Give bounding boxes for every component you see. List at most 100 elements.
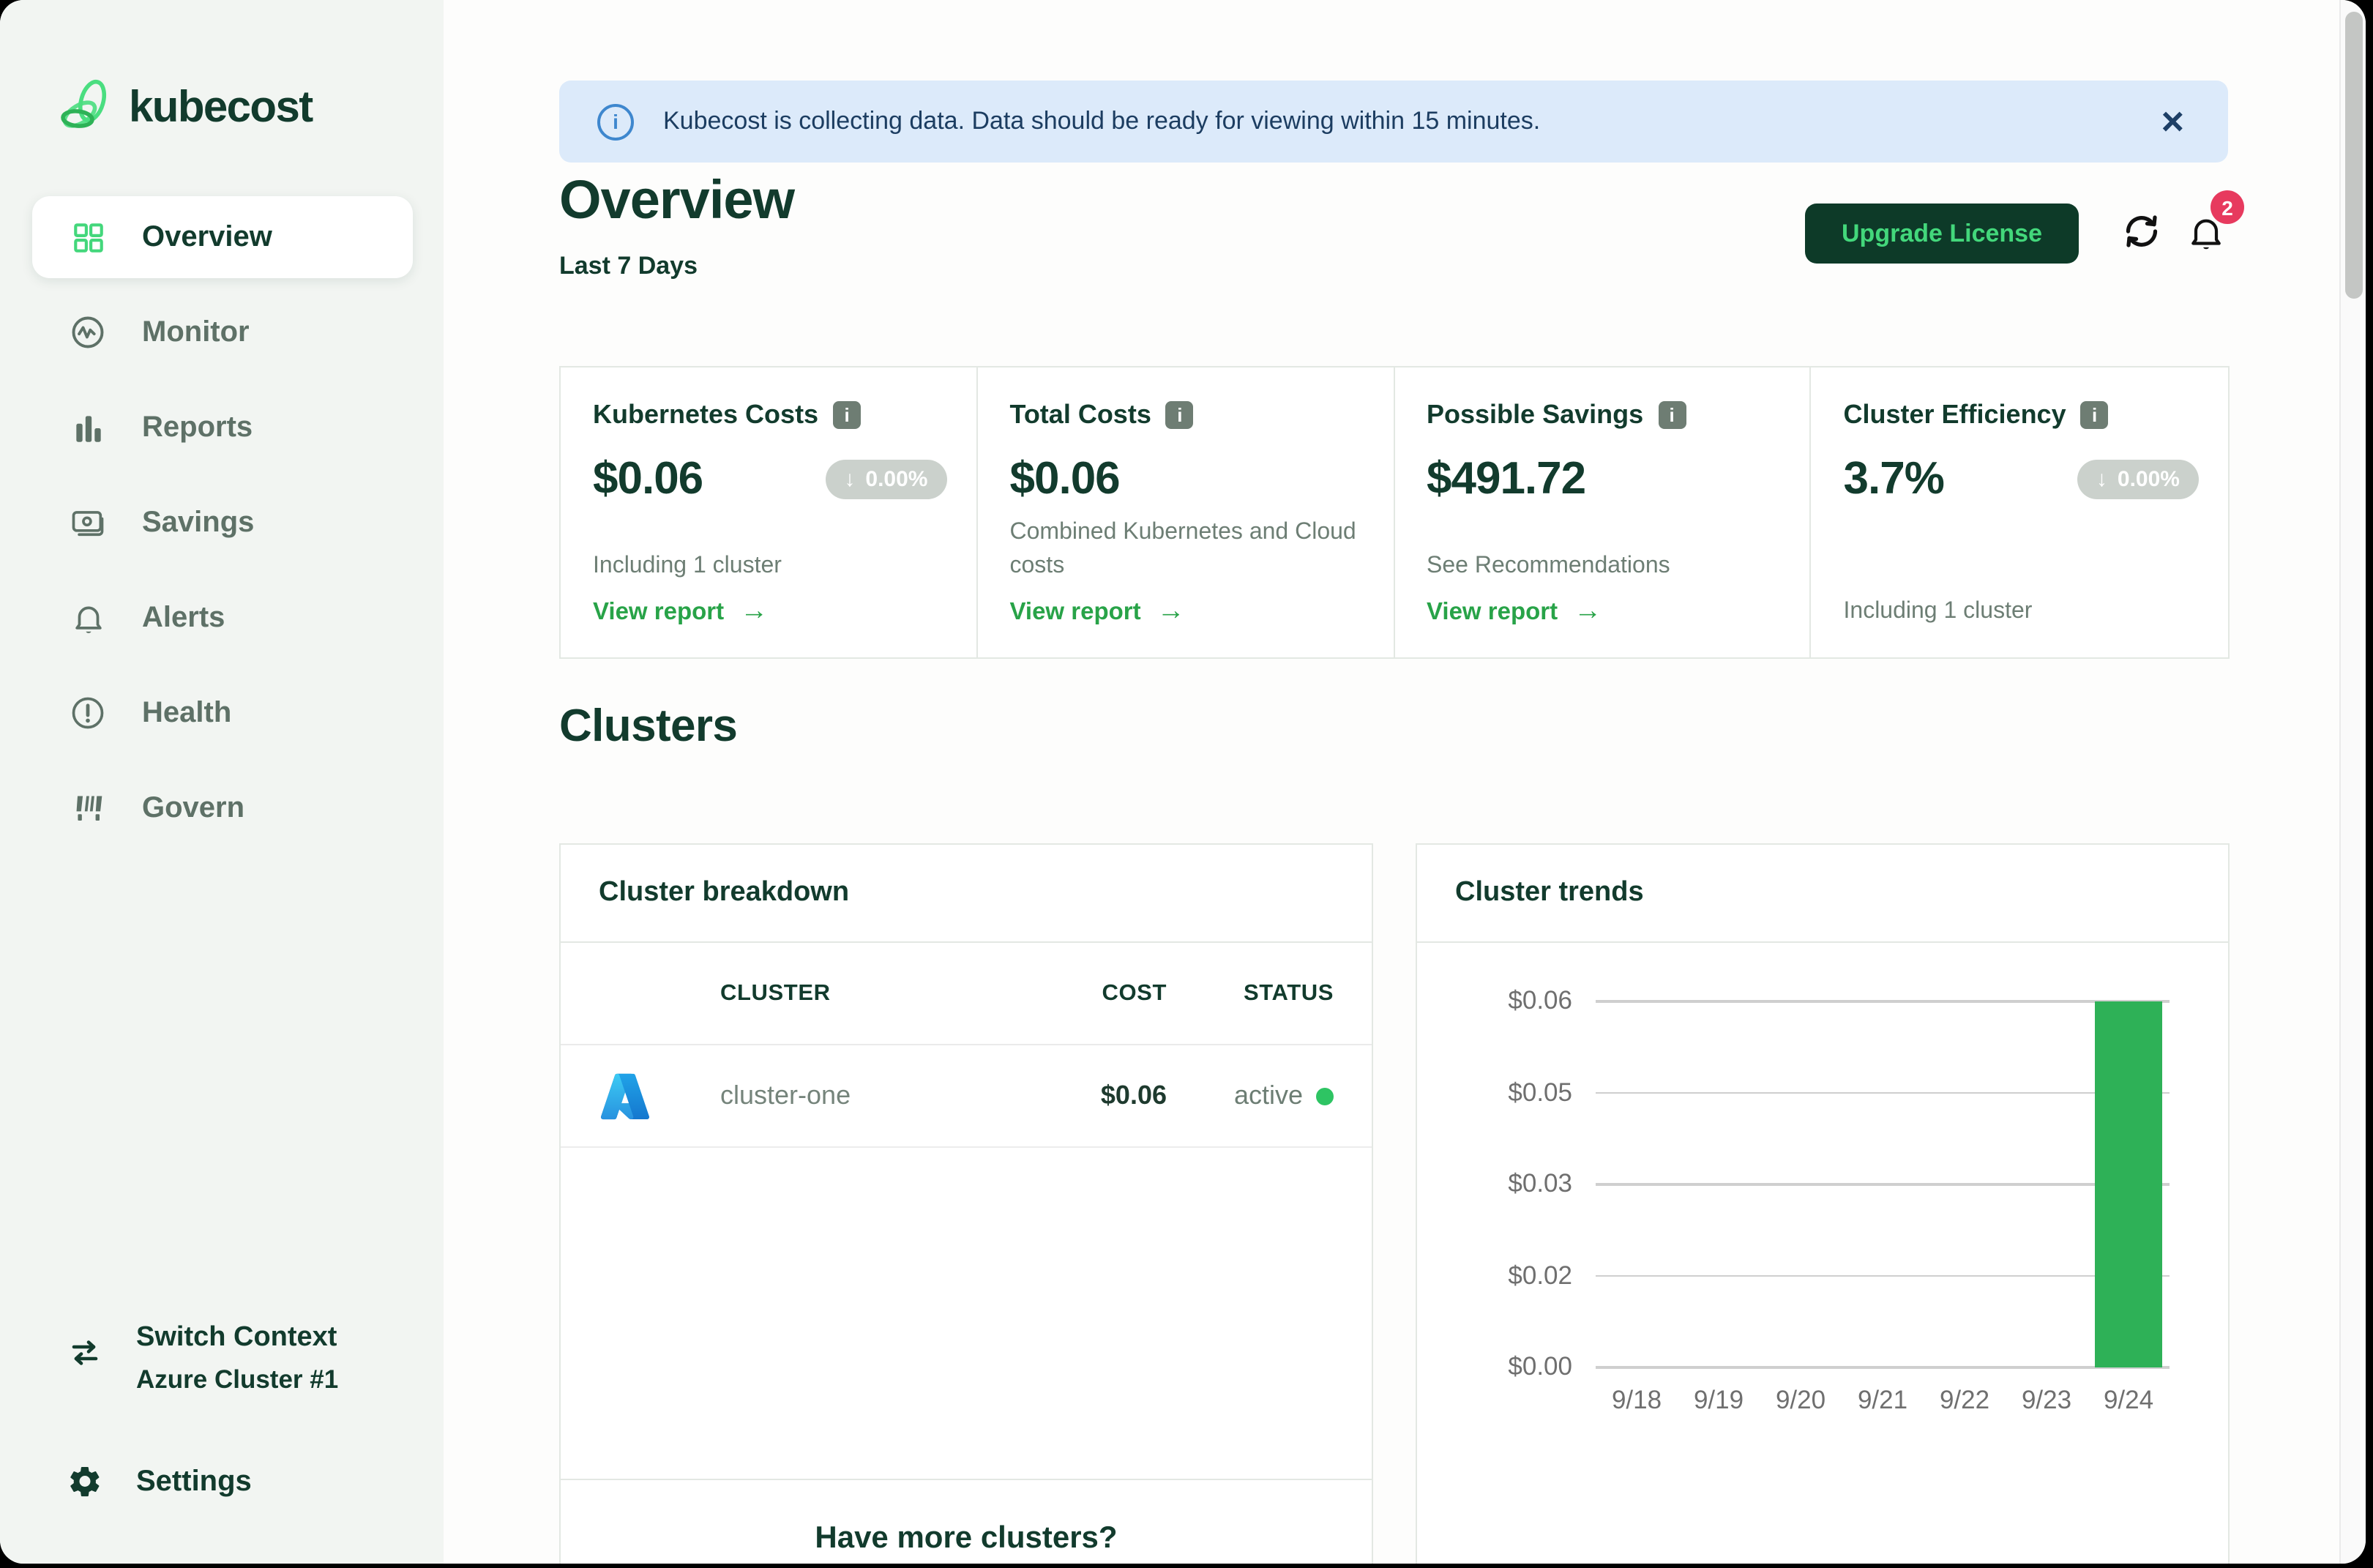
settings-label: Settings — [136, 1465, 252, 1498]
x-tick-label: 9/21 — [1842, 1385, 1924, 1416]
stat-card-total-costs: Total Costs i $0.06 Combined Kubernetes … — [978, 367, 1395, 657]
cluster-breakdown-panel: Cluster breakdown CLUSTER COST STATUS — [559, 843, 1373, 1564]
right-arrow-icon: → — [740, 596, 768, 628]
page-title: Overview — [559, 170, 794, 231]
cell-cost: $0.06 — [1014, 1080, 1190, 1111]
date-range-label: Last 7 Days — [559, 252, 698, 281]
have-more-clusters-link[interactable]: Have more clusters? — [561, 1479, 1372, 1556]
sidebar-item-overview[interactable]: Overview — [32, 196, 413, 278]
cluster-breakdown-title: Cluster breakdown — [561, 845, 1372, 943]
sidebar-item-reports[interactable]: Reports — [32, 387, 413, 468]
stat-subtext: Including 1 cluster — [593, 550, 947, 583]
bar-slot — [1924, 1001, 2006, 1367]
bar-slot — [1760, 1001, 1842, 1367]
switch-context-cluster: Azure Cluster #1 — [136, 1364, 338, 1395]
sidebar-item-monitor[interactable]: Monitor — [32, 291, 413, 373]
column-header-cluster: CLUSTER — [690, 980, 1014, 1007]
sidebar-item-alerts[interactable]: Alerts — [32, 577, 413, 659]
clusters-section-heading: Clusters — [559, 700, 737, 753]
stat-title: Total Costs — [1010, 400, 1151, 430]
right-arrow-icon: → — [1157, 596, 1185, 628]
stat-card-cluster-efficiency: Cluster Efficiency i 3.7% ↓ 0.00% Includ… — [1812, 367, 2229, 657]
stat-subtext: Including 1 cluster — [1844, 595, 2200, 628]
settings-button[interactable]: Settings — [66, 1463, 252, 1501]
stat-value: $0.06 — [1010, 452, 1120, 505]
x-tick-label: 9/20 — [1760, 1385, 1842, 1416]
bar-chart-icon — [69, 408, 107, 447]
sidebar-item-label: Reports — [142, 411, 253, 444]
switch-context-button[interactable]: Switch Context Azure Cluster #1 — [66, 1322, 338, 1395]
sidebar-item-savings[interactable]: Savings — [32, 482, 413, 564]
chart-plot — [1596, 1001, 2170, 1367]
grid-icon — [69, 218, 107, 256]
stat-subtext: Combined Kubernetes and Cloud costs — [1010, 517, 1364, 583]
notification-count-badge: 2 — [2211, 190, 2244, 224]
sidebar: kubecost Overview Monitor — [0, 0, 444, 1564]
info-icon[interactable]: i — [833, 401, 861, 429]
bell-icon — [69, 599, 107, 637]
sidebar-item-label: Savings — [142, 506, 254, 540]
monitor-pulse-icon — [69, 313, 107, 351]
stage: kubecost Overview Monitor — [0, 0, 2373, 1568]
gear-icon — [66, 1463, 104, 1501]
delta-value: 0.00% — [2118, 466, 2180, 491]
x-tick-label: 9/23 — [2006, 1385, 2088, 1416]
sidebar-item-health[interactable]: Health — [32, 672, 413, 754]
stat-value: $491.72 — [1427, 452, 1585, 505]
sidebar-item-label: Health — [142, 696, 231, 730]
column-header-cost: COST — [1014, 980, 1190, 1007]
sidebar-item-label: Overview — [142, 220, 272, 254]
bar-slot — [2006, 1001, 2088, 1367]
x-tick-label: 9/19 — [1678, 1385, 1760, 1416]
stat-cards-row: Kubernetes Costs i $0.06 ↓ 0.00% Includi… — [559, 366, 2230, 659]
app-window: kubecost Overview Monitor — [0, 0, 2366, 1564]
sidebar-item-label: Govern — [142, 791, 244, 825]
stat-title: Possible Savings — [1427, 400, 1643, 430]
info-icon[interactable]: i — [1658, 401, 1686, 429]
brand-name: kubecost — [129, 83, 313, 133]
kubecost-logo[interactable]: kubecost — [59, 79, 313, 138]
upgrade-license-button[interactable]: Upgrade License — [1805, 204, 2079, 264]
switch-context-title: Switch Context — [136, 1322, 338, 1354]
column-header-status: STATUS — [1190, 980, 1372, 1007]
y-axis-labels: $0.00$0.02$0.03$0.05$0.06 — [1417, 1001, 1572, 1367]
delta-value: 0.00% — [865, 466, 927, 491]
x-tick-label: 9/22 — [1924, 1385, 2006, 1416]
stat-title: Kubernetes Costs — [593, 400, 818, 430]
table-row-cluster-one[interactable]: cluster-one $0.06 active — [561, 1045, 1372, 1148]
cluster-trends-panel: Cluster trends $0.00$0.02$0.03$0.05$0.06… — [1416, 843, 2230, 1564]
view-report-link[interactable]: View report → — [1010, 596, 1185, 628]
y-tick-label: $0.06 — [1417, 985, 1572, 1016]
scrollbar-thumb[interactable] — [2345, 12, 2363, 299]
right-arrow-icon: → — [1574, 596, 1602, 628]
view-report-link[interactable]: View report → — [593, 596, 768, 628]
govern-barrier-icon — [69, 789, 107, 827]
status-dot-active — [1316, 1087, 1334, 1105]
banknote-icon — [69, 504, 107, 542]
y-tick-label: $0.00 — [1417, 1351, 1572, 1382]
banner-message: Kubecost is collecting data. Data should… — [663, 107, 2161, 136]
sidebar-item-govern[interactable]: Govern — [32, 767, 413, 849]
info-icon[interactable]: i — [1166, 401, 1194, 429]
refresh-icon[interactable] — [2120, 209, 2164, 253]
bar-slot — [1596, 1001, 1678, 1367]
azure-logo-icon — [599, 1069, 651, 1122]
cluster-trends-chart: $0.00$0.02$0.03$0.05$0.06 9/189/199/209/… — [1417, 943, 2228, 1564]
info-icon[interactable]: i — [2081, 401, 2109, 429]
x-tick-label: 9/18 — [1596, 1385, 1678, 1416]
swap-arrows-icon — [66, 1334, 104, 1372]
close-icon[interactable]: × — [2161, 102, 2184, 141]
cell-cluster-name: cluster-one — [690, 1080, 1014, 1111]
bar-slot — [1678, 1001, 1760, 1367]
view-report-link[interactable]: View report → — [1427, 596, 1602, 628]
stat-card-possible-savings: Possible Savings i $491.72 See Recommend… — [1394, 367, 1812, 657]
delta-pill: ↓ 0.00% — [825, 459, 946, 499]
stat-title: Cluster Efficiency — [1844, 400, 2066, 430]
main-content: i Kubecost is collecting data. Data shou… — [444, 0, 2366, 1564]
delta-pill: ↓ 0.00% — [2077, 459, 2199, 499]
table-empty-space — [561, 1148, 1372, 1479]
x-axis-labels: 9/189/199/209/219/229/239/24 — [1596, 1385, 2170, 1416]
x-tick-label: 9/24 — [2088, 1385, 2170, 1416]
kubecost-logo-icon — [59, 79, 114, 138]
down-arrow-icon: ↓ — [2096, 466, 2107, 491]
